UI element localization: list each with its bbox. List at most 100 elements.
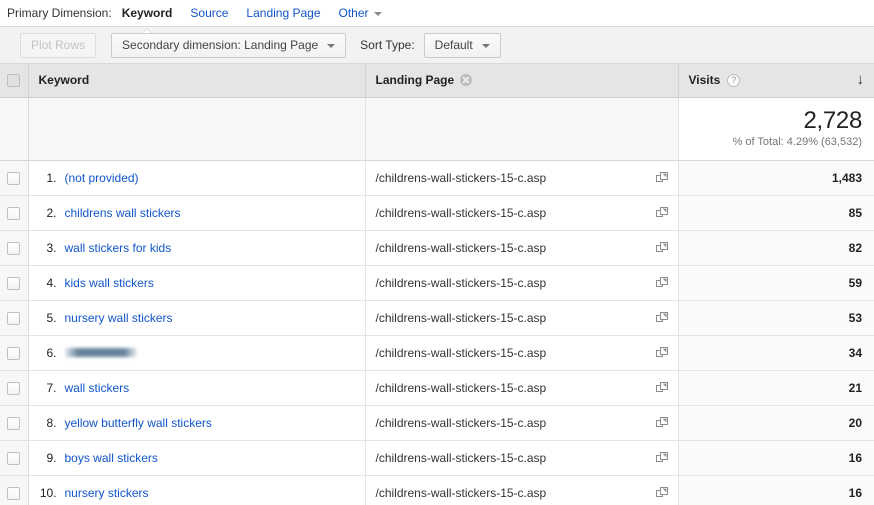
landing-page-cell: /childrens-wall-stickers-15-c.asp [365, 475, 679, 505]
visits-cell: 16 [678, 440, 874, 476]
dimension-tab-keyword-label: Keyword [121, 6, 173, 20]
row-checkbox-cell [0, 160, 29, 196]
visits-cell: 53 [678, 300, 874, 336]
landing-page-cell: /childrens-wall-stickers-15-c.asp [365, 160, 679, 196]
landing-page-cell: /childrens-wall-stickers-15-c.asp [365, 370, 679, 406]
row-checkbox[interactable] [7, 171, 21, 185]
help-icon[interactable]: ? [727, 73, 741, 87]
row-checkbox-cell [0, 300, 29, 336]
row-checkbox[interactable] [7, 416, 21, 430]
keyword-link[interactable]: kids wall stickers [65, 276, 154, 290]
row-checkbox[interactable] [7, 451, 21, 465]
row-checkbox[interactable] [7, 381, 21, 395]
table-row: 8. yellow butterfly wall stickers/childre… [0, 405, 874, 441]
secondary-dimension-label: Secondary dimension: Landing Page [122, 38, 319, 52]
visits-cell: 59 [678, 265, 874, 301]
row-index: 4. [46, 275, 57, 290]
keyword-cell: 5. nursery wall stickers [28, 300, 366, 336]
keyword-link[interactable]: childrens wall stickers [65, 206, 181, 220]
visits-cell: 20 [678, 405, 874, 441]
sort-type-value: Default [434, 38, 473, 52]
dimension-tab-other[interactable]: Other [339, 6, 382, 20]
secondary-dimension-dropdown[interactable]: Secondary dimension: Landing Page [111, 32, 347, 58]
summary-row: 2,728 % of Total: 4.29% (63,532) [0, 97, 874, 161]
plot-rows-button[interactable]: Plot Rows [20, 32, 97, 58]
keyword-link[interactable]: (not provided) [65, 171, 139, 185]
keyword-link[interactable]: nursery stickers [65, 486, 149, 500]
row-index: 10. [39, 485, 57, 500]
row-checkbox[interactable] [7, 276, 21, 290]
open-in-new-window-icon[interactable] [655, 486, 668, 499]
sort-type-dropdown[interactable]: Default [423, 32, 501, 58]
row-index: 3. [46, 240, 57, 255]
keyword-cell: 10. nursery stickers [28, 475, 366, 505]
landing-page-text: /childrens-wall-stickers-15-c.asp [375, 310, 547, 325]
open-in-new-window-icon[interactable] [655, 311, 668, 324]
landing-page-cell: /childrens-wall-stickers-15-c.asp [365, 230, 679, 266]
open-in-new-window-icon[interactable] [655, 276, 668, 289]
open-in-new-window-icon[interactable] [655, 381, 668, 394]
primary-dimension-label: Primary Dimension: [7, 6, 112, 20]
table-row: 3. wall stickers for kids/childrens-wall-… [0, 230, 874, 266]
row-checkbox-cell [0, 335, 29, 371]
plot-rows-label: Plot Rows [31, 38, 86, 52]
chevron-down-icon [327, 44, 336, 48]
landing-page-cell: /childrens-wall-stickers-15-c.asp [365, 440, 679, 476]
row-checkbox[interactable] [7, 346, 21, 360]
open-in-new-window-icon[interactable] [655, 451, 668, 464]
open-in-new-window-icon[interactable] [655, 206, 668, 219]
select-all-checkbox[interactable] [7, 74, 21, 88]
open-in-new-window-icon[interactable] [655, 241, 668, 254]
row-checkbox-cell [0, 265, 29, 301]
table-row: 10. nursery stickers/childrens-wall-stick… [0, 475, 874, 505]
row-checkbox-cell [0, 475, 29, 505]
landing-page-text: /childrens-wall-stickers-15-c.asp [375, 380, 547, 395]
landing-page-text: /childrens-wall-stickers-15-c.asp [375, 450, 547, 465]
row-checkbox[interactable] [7, 486, 21, 500]
keyword-link[interactable]: nursery wall stickers [65, 311, 173, 325]
dimension-tab-source[interactable]: Source [190, 6, 228, 20]
keyword-cell: 7. wall stickers [28, 370, 366, 406]
summary-landing-page-cell [365, 97, 679, 161]
column-header-landing-page[interactable]: Landing Page [365, 64, 679, 98]
row-checkbox[interactable] [7, 311, 21, 325]
landing-page-text: /childrens-wall-stickers-15-c.asp [375, 205, 547, 220]
row-index: 1. [46, 170, 57, 185]
sort-descending-arrow-icon[interactable]: ↓ [857, 72, 865, 87]
table-row: 6. /childrens-wall-stickers-15-c.asp 34 [0, 335, 874, 371]
landing-page-cell: /childrens-wall-stickers-15-c.asp [365, 335, 679, 371]
keyword-link[interactable]: wall stickers [65, 381, 130, 395]
keyword-link[interactable]: boys wall stickers [65, 451, 158, 465]
active-tab-pointer-icon [142, 28, 153, 33]
column-header-visits-label: Visits [688, 73, 721, 88]
landing-page-cell: /childrens-wall-stickers-15-c.asp [365, 300, 679, 336]
open-in-new-window-icon[interactable] [655, 346, 668, 359]
visits-cell: 82 [678, 230, 874, 266]
visits-cell: 16 [678, 475, 874, 505]
redacted-keyword [64, 348, 137, 357]
keyword-cell: 2. childrens wall stickers [28, 195, 366, 231]
row-checkbox[interactable] [7, 206, 21, 220]
row-checkbox-cell [0, 440, 29, 476]
open-in-new-window-icon[interactable] [655, 171, 668, 184]
keyword-link[interactable]: wall stickers for kids [65, 241, 172, 255]
landing-page-text: /childrens-wall-stickers-15-c.asp [375, 345, 547, 360]
keyword-cell: 3. wall stickers for kids [28, 230, 366, 266]
report-toolbar: Plot Rows Secondary dimension: Landing P… [0, 27, 874, 64]
column-header-visits[interactable]: Visits ? ↓ [678, 64, 874, 98]
keyword-cell: 4. kids wall stickers [28, 265, 366, 301]
remove-secondary-dimension-close-icon[interactable] [460, 74, 473, 87]
dimension-tab-landing-page[interactable]: Landing Page [246, 6, 320, 20]
table-row: 9. boys wall stickers/childrens-wall-stic… [0, 440, 874, 476]
open-in-new-window-icon[interactable] [655, 416, 668, 429]
dimension-tab-keyword[interactable]: Keyword [121, 6, 173, 33]
select-all-header-cell [0, 64, 29, 98]
table-summary-body: 2,728 % of Total: 4.29% (63,532) [0, 97, 874, 161]
row-checkbox[interactable] [7, 241, 21, 255]
column-header-keyword[interactable]: Keyword [28, 64, 366, 98]
row-index: 7. [46, 380, 57, 395]
keyword-link[interactable]: yellow butterfly wall stickers [65, 416, 212, 430]
table-body: 1. (not provided) /childrens-wall-stickers… [0, 160, 874, 505]
table-row: 5. nursery wall stickers/childrens-wall-s… [0, 300, 874, 336]
keyword-cell: 1. (not provided) [28, 160, 366, 196]
